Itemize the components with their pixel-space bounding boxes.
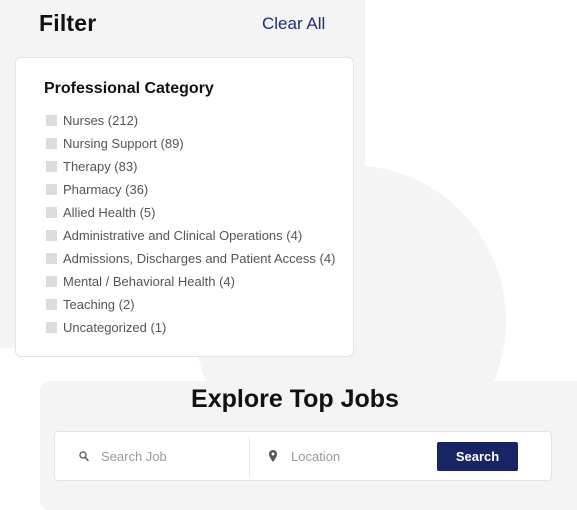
category-item-pharmacy[interactable]: Pharmacy (36) [46,178,335,201]
category-checkbox[interactable] [46,115,57,126]
job-search-bar: Search [54,431,552,481]
explore-jobs-title: Explore Top Jobs [191,385,399,413]
filter-panel: Filter Clear All Professional Category N… [0,0,365,357]
category-item-nurses[interactable]: Nurses (212) [46,109,335,132]
clear-all-link[interactable]: Clear All [262,14,325,34]
category-checkbox[interactable] [46,276,57,287]
category-list: Nurses (212) Nursing Support (89) Therap… [46,109,335,339]
professional-category-card: Professional Category Nurses (212) Nursi… [15,57,354,357]
category-item-admissions-discharges[interactable]: Admissions, Discharges and Patient Acces… [46,247,335,270]
field-divider [249,437,250,477]
category-label: Administrative and Clinical Operations (… [63,228,303,243]
category-checkbox[interactable] [46,161,57,172]
category-item-therapy[interactable]: Therapy (83) [46,155,335,178]
category-checkbox[interactable] [46,184,57,195]
category-item-allied-health[interactable]: Allied Health (5) [46,201,335,224]
category-label: Pharmacy (36) [63,182,149,197]
category-checkbox[interactable] [46,230,57,241]
filter-title: Filter [39,10,97,36]
category-checkbox[interactable] [46,253,57,264]
category-item-nursing-support[interactable]: Nursing Support (89) [46,132,335,155]
category-label: Nurses (212) [63,113,139,128]
category-label: Admissions, Discharges and Patient Acces… [63,251,336,266]
category-checkbox[interactable] [46,322,57,333]
category-label: Uncategorized (1) [63,320,167,335]
map-pin-icon [269,449,277,467]
category-item-mental-behavioral-health[interactable]: Mental / Behavioral Health (4) [46,270,335,293]
category-label: Mental / Behavioral Health (4) [63,274,235,289]
category-item-teaching[interactable]: Teaching (2) [46,293,335,316]
category-label: Teaching (2) [63,297,135,312]
search-job-input[interactable] [101,442,241,470]
category-label: Nursing Support (89) [63,136,184,151]
category-checkbox[interactable] [46,138,57,149]
search-button[interactable]: Search [437,442,518,471]
category-item-uncategorized[interactable]: Uncategorized (1) [46,316,335,339]
category-label: Therapy (83) [63,159,138,174]
category-item-administrative-clinical-operations[interactable]: Administrative and Clinical Operations (… [46,224,335,247]
category-checkbox[interactable] [46,207,57,218]
category-checkbox[interactable] [46,299,57,310]
explore-jobs-section: Explore Top Jobs Search [40,381,577,510]
search-icon [79,449,89,467]
category-heading: Professional Category [44,80,214,97]
category-label: Allied Health (5) [63,205,156,220]
location-input[interactable] [291,442,431,470]
